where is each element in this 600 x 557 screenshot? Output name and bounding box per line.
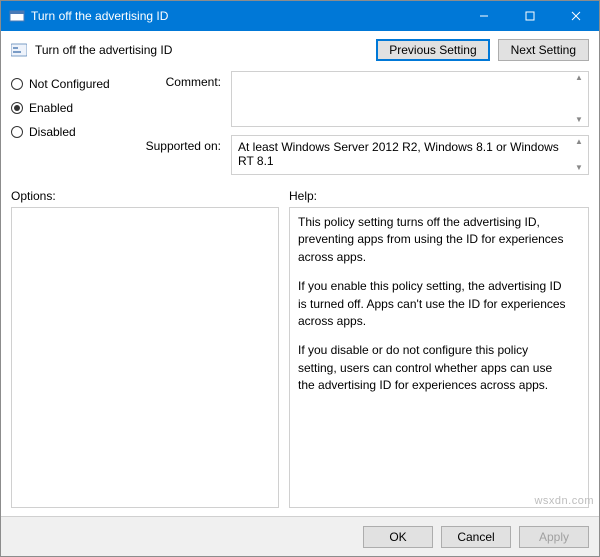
scroll-down-icon[interactable]: ▼ — [571, 163, 587, 173]
radio-icon — [11, 78, 23, 90]
policy-name: Turn off the advertising ID — [35, 43, 376, 57]
supported-row: Supported on: At least Windows Server 20… — [141, 135, 589, 175]
header-row: Turn off the advertising ID Previous Set… — [11, 39, 589, 61]
supported-textarea: At least Windows Server 2012 R2, Windows… — [231, 135, 589, 175]
pane-labels: Options: Help: — [11, 189, 589, 203]
radio-label: Enabled — [29, 101, 73, 115]
meta-column: Comment: ▲ ▼ Supported on: At least Wind… — [141, 71, 589, 175]
radio-enabled[interactable]: Enabled — [11, 101, 141, 115]
radio-label: Disabled — [29, 125, 76, 139]
close-button[interactable] — [553, 1, 599, 31]
policy-icon — [9, 8, 25, 24]
minimize-button[interactable] — [461, 1, 507, 31]
cancel-button[interactable]: Cancel — [441, 526, 511, 548]
scroll-up-icon[interactable]: ▲ — [571, 73, 587, 83]
ok-button[interactable]: OK — [363, 526, 433, 548]
help-paragraph: If you disable or do not configure this … — [298, 342, 570, 394]
window-title: Turn off the advertising ID — [31, 9, 168, 23]
nav-buttons: Previous Setting Next Setting — [376, 39, 589, 61]
supported-value: At least Windows Server 2012 R2, Windows… — [232, 136, 588, 172]
options-pane — [11, 207, 279, 508]
radio-not-configured[interactable]: Not Configured — [11, 77, 141, 91]
supported-label: Supported on: — [141, 135, 231, 153]
options-label: Options: — [11, 189, 289, 203]
watermark: wsxdn.com — [534, 495, 594, 507]
radio-label: Not Configured — [29, 77, 110, 91]
help-paragraph: If you enable this policy setting, the a… — [298, 278, 570, 330]
comment-label: Comment: — [141, 71, 231, 89]
maximize-button[interactable] — [507, 1, 553, 31]
radio-icon — [11, 102, 23, 114]
radio-disabled[interactable]: Disabled — [11, 125, 141, 139]
policy-icon — [11, 42, 27, 58]
scroll-up-icon[interactable]: ▲ — [571, 137, 587, 147]
comment-row: Comment: ▲ ▼ — [141, 71, 589, 127]
help-label: Help: — [289, 189, 317, 203]
radio-icon — [11, 126, 23, 138]
titlebar: Turn off the advertising ID — [1, 1, 599, 31]
comment-value — [232, 72, 588, 92]
help-text: This policy setting turns off the advert… — [290, 208, 588, 413]
content-area: Turn off the advertising ID Previous Set… — [1, 31, 599, 516]
help-pane: This policy setting turns off the advert… — [289, 207, 589, 508]
panes-row: This policy setting turns off the advert… — [11, 207, 589, 508]
state-radio-group: Not Configured Enabled Disabled — [11, 71, 141, 175]
apply-button[interactable]: Apply — [519, 526, 589, 548]
config-row: Not Configured Enabled Disabled Comment:… — [11, 71, 589, 175]
help-paragraph: This policy setting turns off the advert… — [298, 214, 570, 266]
previous-setting-button[interactable]: Previous Setting — [376, 39, 489, 61]
policy-editor-window: Turn off the advertising ID Turn off the… — [0, 0, 600, 557]
comment-textarea[interactable]: ▲ ▼ — [231, 71, 589, 127]
footer-buttons: OK Cancel Apply — [1, 516, 599, 556]
scroll-down-icon[interactable]: ▼ — [571, 115, 587, 125]
next-setting-button[interactable]: Next Setting — [498, 39, 589, 61]
